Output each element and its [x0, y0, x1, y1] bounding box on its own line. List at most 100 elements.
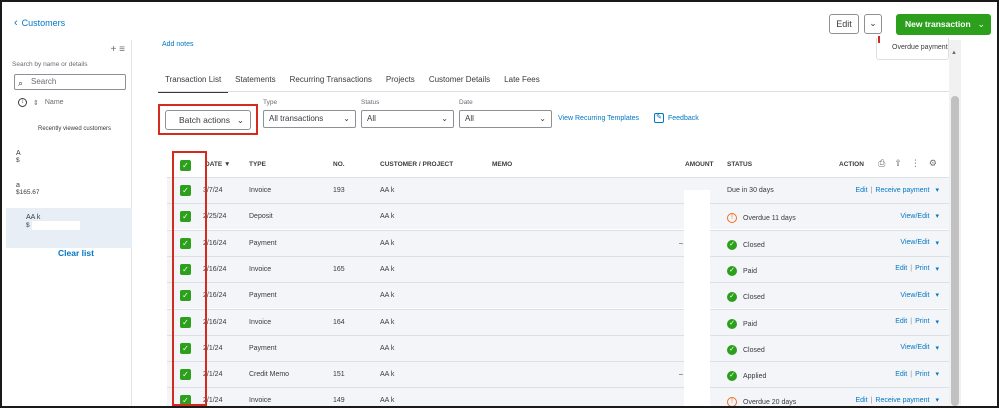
row-action-link[interactable]: Receive payment: [875, 397, 929, 404]
tab-late-fees[interactable]: Late Fees: [497, 72, 547, 93]
customer-name: a: [16, 182, 20, 189]
search-icon: ⌕: [18, 78, 24, 88]
clear-list-link[interactable]: Clear list: [58, 248, 94, 258]
table-row[interactable]: ✓ 2/1/24 Credit Memo 151 AA k – ✓ Applied Edit | P…: [167, 361, 949, 388]
tab-divider: [158, 91, 951, 92]
column-header-memo[interactable]: MEMO: [492, 161, 512, 168]
table-row[interactable]: ✓ 2/16/24 Payment AA k ✓ Closed View/Edit ▾: [167, 282, 949, 309]
date-filter-select[interactable]: All ⌄: [459, 110, 552, 128]
sidebar-customer-item-selected[interactable]: AA k $: [6, 208, 132, 248]
customer-search-input[interactable]: ⌕ Search: [14, 74, 126, 90]
column-header-type[interactable]: TYPE: [249, 161, 266, 168]
table-row[interactable]: ✓ 2/25/24 Deposit AA k! Overdue 11 days View/…: [167, 203, 949, 230]
sidebar-customer-item[interactable]: a $165.67: [16, 182, 126, 196]
chevron-down-icon[interactable]: ▾: [935, 212, 939, 220]
cell-status: ✓ Paid: [727, 318, 757, 329]
action-separator: |: [910, 318, 913, 325]
cell-type: Credit Memo: [249, 371, 290, 379]
table-tools: ⎙ ⇪ ⋮ ⚙: [878, 158, 937, 169]
column-header-customer[interactable]: CUSTOMER / PROJECT: [380, 161, 453, 168]
row-action-link[interactable]: Print: [915, 318, 929, 325]
table-row[interactable]: ✓ 2/16/24 Invoice 164 AA k ✓ Paid Edit | Print ▾: [167, 308, 949, 335]
row-action-link[interactable]: Edit: [895, 318, 907, 325]
row-action-link[interactable]: View/Edit: [900, 239, 929, 246]
chevron-down-icon[interactable]: ▾: [935, 370, 939, 378]
row-action-link[interactable]: Print: [915, 265, 929, 272]
add-icon[interactable]: +: [111, 44, 117, 55]
export-icon[interactable]: ⇪: [894, 158, 902, 169]
table-row[interactable]: ✓ 2/1/24 Invoice 149 AA k! Overdue 20 days Edi…: [167, 387, 949, 406]
row-action-link[interactable]: Edit: [856, 397, 868, 404]
overdue-payment-card[interactable]: Overdue payment: [876, 36, 949, 60]
row-actions: View/Edit ▾: [900, 212, 939, 221]
chevron-down-icon[interactable]: ▾: [935, 318, 939, 326]
check-circle-icon: ✓: [727, 371, 737, 382]
row-action-link[interactable]: Edit: [895, 371, 907, 378]
row-action-link[interactable]: Receive payment: [875, 187, 929, 194]
new-transaction-button[interactable]: New transaction ⌄: [896, 14, 991, 35]
table-row[interactable]: ✓ 2/1/24 Payment AA k ✓ Closed View/Edit ▾: [167, 334, 949, 361]
chevron-down-icon[interactable]: ▾: [935, 265, 939, 273]
row-action-link[interactable]: Edit: [895, 265, 907, 272]
gear-icon[interactable]: ⚙: [929, 158, 937, 169]
sort-control[interactable]: ↕ ⇕ Name: [18, 98, 64, 107]
chevron-down-icon[interactable]: ▾: [935, 396, 939, 404]
action-separator: |: [910, 370, 913, 378]
vertical-scrollbar[interactable]: ▲: [949, 40, 961, 406]
tab-customer-details[interactable]: Customer Details: [422, 72, 497, 93]
customer-tabs: Transaction List Statements Recurring Tr…: [158, 72, 547, 93]
status-filter-select[interactable]: All ⌄: [361, 110, 454, 128]
cell-no: 165: [333, 265, 345, 273]
sidebar-tools[interactable]: + ≡: [111, 44, 125, 55]
edit-button[interactable]: Edit: [829, 14, 859, 34]
chevron-down-icon[interactable]: ▾: [935, 344, 939, 352]
checkbox-column-highlight: [172, 151, 207, 406]
row-action-link[interactable]: Edit: [856, 187, 868, 194]
search-hint: Search by name or details: [12, 61, 88, 68]
cell-status: ✓ Paid: [727, 265, 757, 276]
chevron-down-icon[interactable]: ▾: [935, 239, 939, 247]
scroll-up-icon[interactable]: ▲: [951, 50, 957, 56]
table-row[interactable]: ✓ 3/7/24 Invoice 193 AA k Due in 30 days Edit |…: [167, 177, 949, 203]
amount-redaction-mask: [684, 190, 710, 406]
view-recurring-templates-link[interactable]: View Recurring Templates: [558, 115, 639, 122]
feedback-link[interactable]: ✎ Feedback: [654, 113, 699, 123]
feedback-label: Feedback: [668, 114, 699, 122]
table-row[interactable]: ✓ 2/16/24 Invoice 165 AA k ✓ Paid Edit | Print ▾: [167, 255, 949, 282]
cell-customer: AA k: [380, 239, 395, 247]
sidebar-customer-item[interactable]: A $: [16, 150, 126, 164]
row-action-link[interactable]: View/Edit: [900, 292, 929, 299]
status-filter-value: All: [367, 114, 376, 123]
row-action-link[interactable]: View/Edit: [900, 213, 929, 220]
column-header-date[interactable]: DATE ▼: [205, 161, 230, 168]
table-row[interactable]: ✓ 2/16/24 Payment AA k – ✓ Closed View/Edit ▾: [167, 229, 949, 256]
more-options-icon[interactable]: ⋮: [911, 158, 920, 169]
back-to-customers-link[interactable]: ‹ Customers: [14, 17, 65, 28]
cell-type: Invoice: [249, 187, 272, 194]
type-filter-select[interactable]: All transactions ⌄: [263, 110, 356, 128]
edit-menu-button[interactable]: ⌄: [864, 14, 882, 34]
tab-transaction-list[interactable]: Transaction List: [158, 72, 229, 93]
column-header-status[interactable]: STATUS: [727, 161, 752, 168]
table-header: ✓ DATE ▼ TYPE NO. CUSTOMER / PROJECT MEM…: [167, 153, 949, 177]
row-action-link[interactable]: Print: [915, 371, 929, 378]
row-actions: Edit | Print ▾: [895, 370, 939, 379]
filter-list-icon[interactable]: ≡: [119, 44, 125, 55]
row-action-link[interactable]: View/Edit: [900, 344, 929, 351]
add-notes-link[interactable]: Add notes: [162, 41, 194, 48]
print-icon[interactable]: ⎙: [878, 158, 885, 169]
tab-statements[interactable]: Statements: [228, 72, 282, 93]
tab-projects[interactable]: Projects: [379, 72, 422, 93]
cell-customer: AA k: [380, 265, 395, 273]
column-header-amount[interactable]: AMOUNT: [685, 161, 714, 168]
chevron-down-icon[interactable]: ▾: [935, 186, 939, 194]
column-header-no[interactable]: NO.: [333, 161, 345, 168]
scrollbar-thumb[interactable]: [951, 96, 959, 406]
overdue-indicator: [878, 36, 880, 43]
row-actions: View/Edit ▾: [900, 344, 939, 352]
chevron-down-icon[interactable]: ▾: [935, 291, 939, 299]
tab-recurring-transactions[interactable]: Recurring Transactions: [283, 72, 379, 93]
overdue-card-label: Overdue payment: [892, 44, 948, 51]
check-circle-icon: ✓: [727, 239, 737, 250]
status-text: Due in 30 days: [727, 187, 774, 194]
